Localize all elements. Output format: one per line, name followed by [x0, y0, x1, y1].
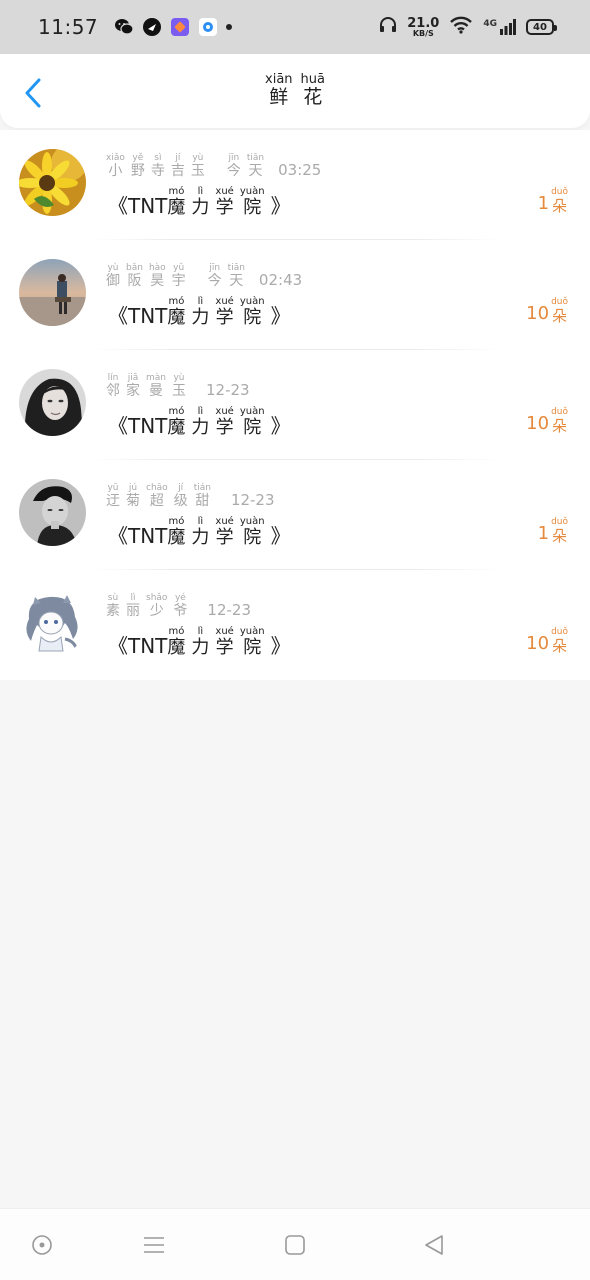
app-icon-blue	[198, 17, 218, 37]
gift-name: 《TNT mó 魔 lì 力 xué 学 yuàn 院 》	[108, 516, 291, 548]
gift-time: 12-23	[230, 491, 275, 510]
sender-info: xiǎo 小 yě 野 sì 寺 jí 吉 yù 玉 jīn 今 tiān 天 03:25	[106, 153, 322, 180]
list-item[interactable]: yù 御 bǎn 阪 hào 昊 yǔ 宇 jīn 今 tiān 天 02:43 《TNT …	[0, 240, 590, 350]
list-item[interactable]: sù 素 lì 丽 shǎo 少 yé 爷 12-23 《TNT mó 魔 lì 力 xué…	[0, 570, 590, 680]
gift-time: 02:43	[258, 271, 303, 290]
gift-record-list: xiǎo 小 yě 野 sì 寺 jí 吉 yù 玉 jīn 今 tiān 天 03:25 《…	[0, 130, 590, 680]
gift-count: 10 duǒ 朵	[526, 297, 568, 325]
sender-info: lín 邻 jiā 家 màn 曼 yù 玉 12-23	[106, 373, 250, 400]
status-app-icons	[114, 17, 233, 37]
wifi-icon	[449, 16, 473, 38]
gift-time: 12-23	[207, 601, 252, 620]
anime-avatar	[19, 589, 86, 656]
avatar[interactable]	[19, 259, 86, 326]
headphone-icon	[379, 16, 397, 38]
gift-name: 《TNT mó 魔 lì 力 xué 学 yuàn 院 》	[108, 406, 291, 438]
status-bar: 11:57 21.0 KB/S 4G 40	[0, 0, 590, 54]
network-speed: 21.0 KB/S	[407, 15, 440, 38]
avatar[interactable]	[19, 369, 86, 436]
notification-dot-icon	[226, 24, 233, 30]
office-icon	[170, 17, 190, 37]
header: xiān 鲜 huā 花	[0, 54, 590, 128]
gift-count: 10 duǒ 朵	[526, 407, 568, 435]
back-triangle-icon[interactable]	[422, 1233, 446, 1257]
sender-info: yū 迂 jú 菊 chāo 超 jí 级 tián 甜 12-23	[106, 483, 275, 510]
status-time: 11:57	[38, 15, 99, 39]
list-item[interactable]: lín 邻 jiā 家 màn 曼 yù 玉 12-23 《TNT mó 魔 lì 力 xu…	[0, 350, 590, 460]
home-square-icon[interactable]	[283, 1233, 307, 1257]
sender-info: sù 素 lì 丽 shǎo 少 yé 爷 12-23	[106, 593, 252, 620]
system-nav-bar	[0, 1208, 590, 1280]
gift-name: 《TNT mó 魔 lì 力 xué 学 yuàn 院 》	[108, 626, 291, 658]
gift-count: 1 duǒ 朵	[537, 517, 568, 545]
app-icon	[142, 17, 162, 37]
avatar[interactable]	[19, 479, 86, 546]
menu-icon[interactable]	[142, 1233, 166, 1257]
page-title: xiān 鲜 huā 花	[265, 72, 325, 108]
gift-count: 10 duǒ 朵	[526, 627, 568, 655]
assistant-circle-icon[interactable]	[30, 1233, 54, 1257]
battery-icon: 40	[526, 19, 557, 35]
gift-time: 12-23	[206, 381, 250, 400]
list-item[interactable]: xiǎo 小 yě 野 sì 寺 jí 吉 yù 玉 jīn 今 tiān 天 03:25 《…	[0, 130, 590, 240]
gift-count: 1 duǒ 朵	[537, 187, 568, 215]
flower-avatar	[19, 149, 86, 216]
avatar[interactable]	[19, 589, 86, 656]
man-avatar	[19, 479, 86, 546]
woman-avatar	[19, 369, 86, 436]
signal-icon: 4G	[483, 19, 516, 35]
list-item[interactable]: yū 迂 jú 菊 chāo 超 jí 级 tián 甜 12-23 《TNT mó 魔 l…	[0, 460, 590, 570]
beach-avatar	[19, 259, 86, 326]
wechat-icon	[114, 17, 134, 37]
sender-info: yù 御 bǎn 阪 hào 昊 yǔ 宇 jīn 今 tiān 天 02:43	[106, 263, 303, 290]
avatar[interactable]	[19, 149, 86, 216]
gift-time: 03:25	[278, 161, 322, 180]
gift-name: 《TNT mó 魔 lì 力 xué 学 yuàn 院 》	[108, 186, 291, 218]
gift-name: 《TNT mó 魔 lì 力 xué 学 yuàn 院 》	[108, 296, 291, 328]
status-system-icons: 21.0 KB/S 4G 40	[379, 15, 557, 38]
